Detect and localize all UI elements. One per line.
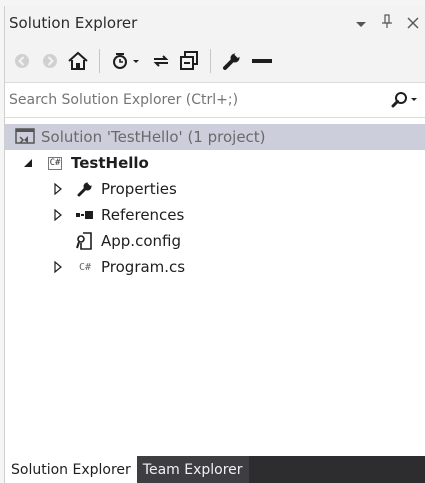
- preview-icon[interactable]: [249, 48, 275, 74]
- solution-explorer-frame: Solution Explorer Search Solution Explor…: [0, 0, 425, 483]
- tree-node-label: Properties: [101, 180, 177, 198]
- collapsed-arrow-icon[interactable]: [51, 209, 65, 221]
- pending-changes-filter-icon[interactable]: [110, 48, 144, 74]
- toolbar-separator: [210, 49, 211, 73]
- panel-tab-strip: Solution Explorer Team Explorer: [5, 456, 425, 483]
- home-icon[interactable]: [67, 48, 89, 74]
- panel-toolbar: [5, 40, 425, 82]
- tree-node-project[interactable]: C# TestHello: [5, 150, 425, 176]
- forward-icon[interactable]: [39, 48, 61, 74]
- config-file-icon: [75, 231, 95, 251]
- panel-title-bar: Solution Explorer: [5, 6, 425, 40]
- references-icon: [75, 210, 95, 220]
- back-icon[interactable]: [11, 48, 33, 74]
- wrench-icon: [75, 181, 95, 197]
- collapse-all-icon[interactable]: [178, 48, 200, 74]
- csharp-file-icon: C#: [78, 261, 92, 273]
- solution-tree: Solution 'TestHello' (1 project) C# Test…: [5, 124, 425, 280]
- tree-node-label: TestHello: [71, 154, 149, 172]
- tree-node-label: Program.cs: [101, 258, 186, 276]
- tree-node-program-cs[interactable]: C# Program.cs: [5, 254, 425, 280]
- search-dropdown-icon[interactable]: [409, 95, 419, 105]
- tree-node-app-config[interactable]: App.config: [5, 228, 425, 254]
- tree-node-references[interactable]: References: [5, 202, 425, 228]
- tree-node-label: Solution 'TestHello' (1 project): [41, 128, 266, 146]
- sync-with-active-document-icon[interactable]: [150, 48, 172, 74]
- csharp-project-icon: C#: [47, 156, 63, 170]
- panel-controls: [355, 13, 425, 33]
- collapsed-arrow-icon[interactable]: [51, 261, 65, 273]
- solution-explorer-panel: Solution Explorer Search Solution Explor…: [4, 6, 425, 483]
- collapsed-arrow-icon[interactable]: [51, 183, 65, 195]
- tab-team-explorer[interactable]: Team Explorer: [136, 456, 249, 483]
- tree-node-label: App.config: [101, 232, 181, 250]
- wrench-icon[interactable]: [221, 48, 243, 74]
- search-controls[interactable]: [391, 91, 425, 109]
- search-box[interactable]: [5, 82, 425, 118]
- tab-solution-explorer[interactable]: Solution Explorer: [5, 456, 137, 483]
- tree-node-properties[interactable]: Properties: [5, 176, 425, 202]
- toolbar-separator: [99, 49, 100, 73]
- dropdown-arrow-icon[interactable]: [355, 14, 367, 33]
- close-icon[interactable]: [407, 14, 419, 33]
- search-icon[interactable]: [391, 91, 409, 109]
- expanded-arrow-icon[interactable]: [21, 158, 35, 168]
- pin-icon[interactable]: [381, 13, 393, 33]
- solution-icon: [15, 128, 35, 146]
- search-input[interactable]: [5, 91, 391, 109]
- tree-node-label: References: [101, 206, 185, 224]
- panel-title: Solution Explorer: [9, 14, 138, 32]
- tree-node-solution[interactable]: Solution 'TestHello' (1 project): [5, 124, 425, 150]
